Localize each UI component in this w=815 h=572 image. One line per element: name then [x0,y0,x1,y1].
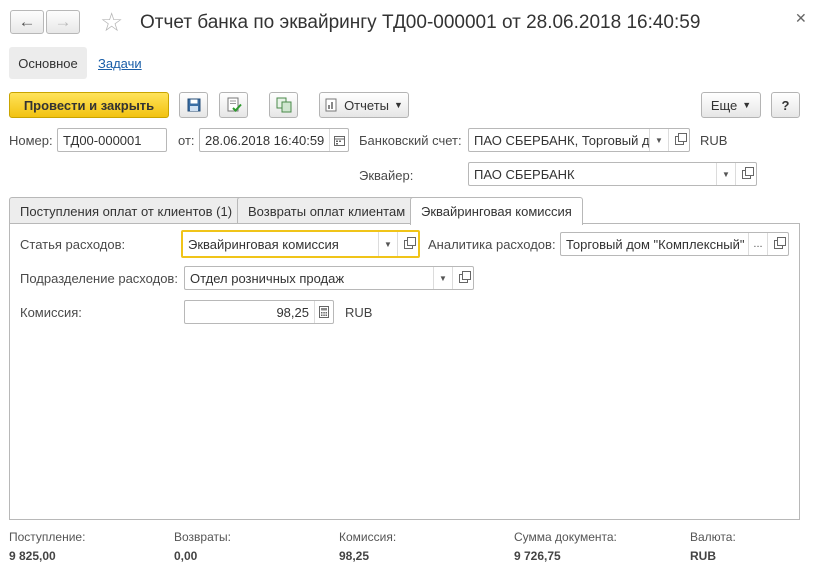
date-label: от: [178,133,195,148]
document-structure-button[interactable] [269,92,298,118]
analytics-field[interactable]: Торговый дом "Комплексный" ... [560,232,789,256]
expense-item-value: Эквайринговая комиссия [188,236,339,252]
chevron-down-icon[interactable]: ▼ [378,232,397,256]
post-button[interactable] [219,92,248,118]
footer-currency-value: RUB [690,549,716,563]
analytics-value: Торговый дом "Комплексный" [566,236,745,252]
calendar-icon[interactable] [329,129,348,151]
acquirer-field[interactable]: ПАО СБЕРБАНК ▼ [468,162,757,186]
commission-label: Комиссия: [20,305,82,320]
reports-button[interactable]: Отчеты ▼ [319,92,409,118]
open-icon[interactable] [735,163,756,185]
footer-incoming-value: 9 825,00 [9,549,56,563]
commission-value: 98,25 [276,304,309,320]
commission-currency: RUB [345,305,373,320]
forward-button[interactable]: → [46,10,80,34]
bank-account-field[interactable]: ПАО СБЕРБАНК, Торговый д ▼ [468,128,690,152]
star-icon[interactable]: ☆ [100,8,123,36]
reports-label: Отчеты [344,97,389,113]
document-structure-icon [276,97,291,113]
footer-incoming-label: Поступление: [9,530,86,544]
commission-field[interactable]: 98,25 [184,300,334,324]
footer-commission-label: Комиссия: [339,530,397,544]
more-label: Еще [710,97,738,113]
bank-account-value: ПАО СБЕРБАНК, Торговый д [474,132,649,148]
ellipsis-icon[interactable]: ... [748,233,767,255]
chevron-down-icon: ▼ [394,100,403,110]
bank-account-currency: RUB [700,133,728,148]
number-value: ТД00-000001 [63,132,142,148]
open-icon[interactable] [397,232,418,256]
number-label: Номер: [9,133,53,148]
reports-icon [325,98,337,112]
department-field[interactable]: Отдел розничных продаж ▼ [184,266,474,290]
save-icon [187,98,200,112]
chevron-down-icon[interactable]: ▼ [649,129,668,151]
calculator-icon[interactable] [314,301,333,323]
footer-currency-label: Валюта: [690,530,736,544]
tab-refunds[interactable]: Возвраты оплат клиентам [237,197,417,224]
footer-refunds-value: 0,00 [174,549,198,563]
bank-account-label: Банковский счет: [359,133,462,148]
open-icon[interactable] [668,129,689,151]
footer-refunds-label: Возвраты: [174,530,231,544]
more-button[interactable]: Еще ▼ [701,92,761,118]
arrow-left-icon: ← [18,12,36,31]
number-field[interactable]: ТД00-000001 [57,128,167,152]
footer-document-sum-value: 9 726,75 [514,549,561,563]
post-and-close-button[interactable]: Провести и закрыть [9,92,169,118]
date-field[interactable]: 28.06.2018 16:40:59 [199,128,349,152]
tab-acquiring-commission[interactable]: Эквайринговая комиссия [410,197,583,225]
save-button[interactable] [179,92,208,118]
department-label: Подразделение расходов: [20,271,178,286]
help-button[interactable]: ? [771,92,800,118]
chevron-down-icon[interactable]: ▼ [433,267,452,289]
date-value: 28.06.2018 16:40:59 [205,132,325,148]
expense-item-field[interactable]: Эквайринговая комиссия ▼ [181,230,420,258]
open-icon[interactable] [452,267,473,289]
close-icon[interactable]: ✕ [795,10,807,27]
back-button[interactable]: ← [10,10,44,34]
acquirer-value: ПАО СБЕРБАНК [474,166,575,182]
acquirer-label: Эквайер: [359,168,414,183]
tab-tasks[interactable]: Задачи [98,47,142,79]
open-icon[interactable] [767,233,788,255]
chevron-down-icon: ▼ [742,100,752,110]
footer-document-sum-label: Сумма документа: [514,530,617,544]
chevron-down-icon[interactable]: ▼ [716,163,735,185]
tab-main[interactable]: Основное [9,47,87,79]
post-document-icon [227,97,242,112]
tab-incoming-payments[interactable]: Поступления оплат от клиентов (1) [9,197,244,224]
arrow-right-icon: → [54,12,72,31]
window-title: Отчет банка по эквайрингу ТД00-000001 от… [140,12,701,33]
expense-item-label: Статья расходов: [20,237,126,252]
department-value: Отдел розничных продаж [190,270,345,286]
analytics-label: Аналитика расходов: [428,237,556,252]
footer-commission-value: 98,25 [339,549,370,563]
